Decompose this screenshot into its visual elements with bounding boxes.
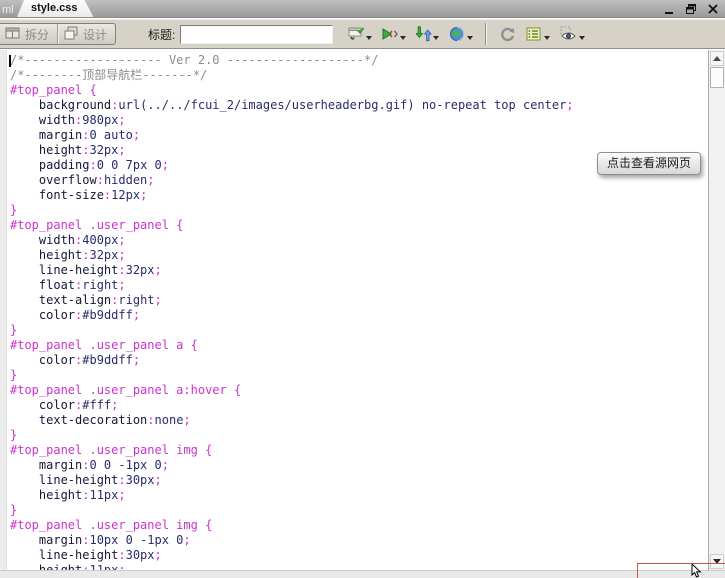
code-line: } [10, 203, 574, 218]
visual-aids-icon[interactable] [557, 23, 588, 45]
code-line: width:400px; [10, 233, 574, 248]
window-controls [662, 3, 719, 15]
code-lines: /*------------------- Ver 2.0 ----------… [10, 53, 574, 570]
code-line: font-size:12px; [10, 188, 574, 203]
check-page-icon[interactable] [345, 23, 375, 45]
code-line: } [10, 428, 574, 443]
code-line: color:#fff; [10, 398, 574, 413]
arrow-down-icon [713, 559, 721, 564]
tab-style-css[interactable]: style.css [17, 0, 93, 17]
toolbar-icon-row [343, 23, 590, 45]
code-line: margin:0 0 -1px 0; [10, 458, 574, 473]
preview-browser-icon[interactable] [446, 23, 476, 45]
code-line: /*--------顶部导航栏-------*/ [10, 68, 574, 83]
title-field-label: 标题: [148, 26, 175, 43]
code-line: #top_panel .user_panel a:hover { [10, 383, 574, 398]
document-tab-bar: ml style.css [0, 0, 725, 18]
text-caret [9, 55, 11, 67]
refresh-icon[interactable] [496, 23, 519, 45]
chevron-down-icon [433, 36, 439, 40]
code-line: #top_panel { [10, 83, 574, 98]
preview-debug-icon[interactable] [379, 23, 409, 45]
close-icon[interactable] [706, 3, 719, 15]
code-gutter [0, 50, 7, 570]
scroll-up-button[interactable] [710, 51, 724, 66]
code-line: line-height:32px; [10, 263, 574, 278]
code-line: line-height:30px; [10, 473, 574, 488]
code-line: height:32px; [10, 143, 574, 158]
code-line: } [10, 503, 574, 518]
chevron-down-icon [579, 36, 585, 40]
chevron-down-icon [544, 36, 550, 40]
code-line: text-align:right; [10, 293, 574, 308]
vertical-scrollbar[interactable] [708, 50, 725, 570]
chevron-down-icon [366, 36, 372, 40]
chevron-down-icon [467, 36, 473, 40]
restore-icon[interactable] [684, 3, 697, 15]
toolbar-separator [485, 23, 487, 45]
view-mode-button-group: 拆分 设计 [0, 23, 116, 45]
chevron-down-icon [400, 36, 406, 40]
code-line: height:11px; [10, 488, 574, 503]
code-line: color:#b9ddff; [10, 308, 574, 323]
view-source-tooltip-label: 点击查看源网页 [607, 156, 691, 170]
code-line: margin:10px 0 -1px 0; [10, 533, 574, 548]
code-line: padding:0 0 7px 0; [10, 158, 574, 173]
tab-background-document[interactable]: ml [2, 2, 14, 18]
minimize-icon[interactable] [662, 3, 675, 15]
code-line: line-height:30px; [10, 548, 574, 563]
code-line: text-decoration:none; [10, 413, 574, 428]
code-line: height:11px; [10, 563, 574, 570]
file-transfer-icon[interactable] [413, 23, 442, 45]
design-view-label: 设计 [83, 26, 107, 43]
split-view-icon [5, 26, 21, 43]
code-line: float:right; [10, 278, 574, 293]
code-line: width:980px; [10, 113, 574, 128]
title-input[interactable] [180, 25, 333, 44]
design-view-button[interactable]: 设计 [57, 24, 115, 44]
code-line: } [10, 368, 574, 383]
code-line: #top_panel .user_panel a { [10, 338, 574, 353]
view-source-tooltip[interactable]: 点击查看源网页 [597, 152, 701, 175]
view-options-icon[interactable] [523, 23, 553, 45]
code-line: color:#b9ddff; [10, 353, 574, 368]
code-view[interactable]: /*------------------- Ver 2.0 ----------… [0, 50, 708, 570]
status-bar [0, 570, 725, 578]
code-line: overflow:hidden; [10, 173, 574, 188]
code-line: margin:0 auto; [10, 128, 574, 143]
scrollbar-thumb[interactable] [710, 67, 724, 88]
code-line: } [10, 323, 574, 338]
code-line: #top_panel .user_panel img { [10, 443, 574, 458]
code-line: /*------------------- Ver 2.0 ----------… [10, 53, 574, 68]
code-line: #top_panel .user_panel img { [10, 518, 574, 533]
split-view-label: 拆分 [25, 26, 49, 43]
document-toolbar: 拆分 设计 标题: [0, 19, 725, 49]
split-view-button[interactable]: 拆分 [0, 24, 57, 44]
tab-label: style.css [31, 2, 77, 14]
design-view-icon [63, 26, 79, 43]
scroll-down-button[interactable] [710, 554, 724, 569]
arrow-up-icon [713, 56, 721, 61]
code-line: background:url(../../fcui_2/images/userh… [10, 98, 574, 113]
code-line: #top_panel .user_panel { [10, 218, 574, 233]
code-line: height:32px; [10, 248, 574, 263]
